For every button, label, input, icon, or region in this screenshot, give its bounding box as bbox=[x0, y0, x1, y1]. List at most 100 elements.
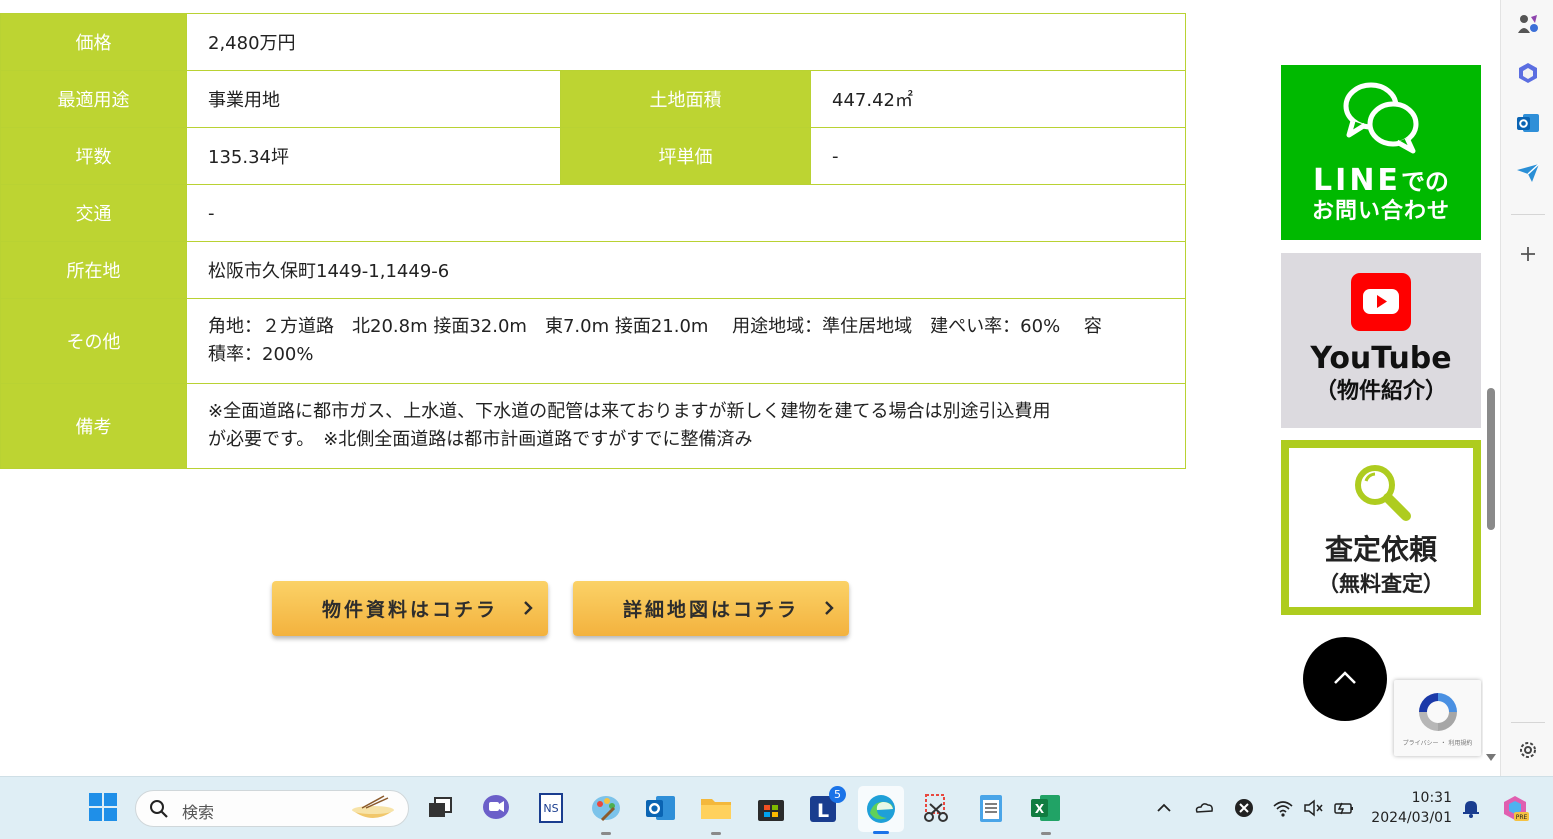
active-indicator bbox=[873, 831, 889, 834]
outlook-taskbar-icon[interactable] bbox=[643, 790, 679, 826]
search-icon bbox=[150, 800, 168, 818]
detail-map-label: 詳細地図はコチラ bbox=[622, 599, 799, 621]
app-l-icon[interactable]: L 5 bbox=[808, 786, 846, 826]
clock-date: 2024/03/01 bbox=[1371, 810, 1452, 826]
other-value-line2: 積率：200% bbox=[208, 344, 314, 365]
search-placeholder: 検索 bbox=[182, 803, 215, 822]
address-label: 所在地 bbox=[0, 241, 187, 299]
close-circle-icon[interactable] bbox=[1233, 797, 1255, 819]
running-indicator bbox=[1041, 832, 1051, 835]
tsubo-value: 135.34坪 bbox=[186, 127, 561, 185]
traffic-label: 交通 bbox=[0, 184, 187, 242]
table-row-other: その他 角地：２方道路 北20.8m 接面32.0m 東7.0m 接面21.0m… bbox=[0, 298, 1186, 384]
notes-value-line1: ※全面道路に都市ガス、上水道、下水道の配管は来ておりますが新しく建物を建てる場合… bbox=[208, 401, 1051, 422]
line-suffix: での bbox=[1400, 168, 1449, 196]
line-word: LINE bbox=[1313, 163, 1401, 198]
outlook-icon[interactable] bbox=[1515, 110, 1541, 136]
youtube-banner-title: YouTube bbox=[1310, 341, 1452, 376]
chevron-right-icon bbox=[524, 601, 533, 615]
noodle-bowl-icon bbox=[352, 795, 394, 818]
area-label: 土地面積 bbox=[560, 70, 811, 128]
table-row-tsubo: 坪数 135.34坪 坪単価 - bbox=[0, 127, 1186, 185]
snipping-tool-icon[interactable] bbox=[918, 790, 954, 826]
svg-text:L: L bbox=[817, 800, 829, 822]
property-details-table: 価格 2,480万円 最適用途 事業用地 土地面積 447.42㎡ 坪数 135… bbox=[0, 13, 1186, 469]
edge-browser-icon[interactable] bbox=[858, 786, 904, 834]
magnifier-icon bbox=[1355, 465, 1411, 521]
table-row-traffic: 交通 - bbox=[0, 184, 1186, 242]
sidebar-divider bbox=[1511, 722, 1545, 723]
copilot-pre-icon[interactable]: PRE bbox=[1500, 793, 1530, 823]
wifi-icon[interactable] bbox=[1272, 797, 1294, 819]
price-label: 価格 bbox=[0, 13, 187, 71]
unit-price-value: - bbox=[810, 127, 1186, 185]
recaptcha-logo-icon bbox=[1419, 693, 1457, 731]
address-value: 松阪市久保町1449-1,1449-6 bbox=[186, 241, 1186, 299]
windows-start-icon[interactable] bbox=[85, 789, 121, 825]
running-indicator bbox=[711, 832, 721, 835]
other-label: その他 bbox=[0, 298, 187, 384]
appraisal-banner-title: 査定依頼 bbox=[1324, 533, 1437, 566]
sidebar-divider bbox=[1511, 214, 1545, 215]
line-banner-subtitle: お問い合わせ bbox=[1311, 199, 1450, 224]
youtube-banner[interactable]: YouTube （物件紹介） bbox=[1281, 253, 1481, 428]
copilot-icon[interactable] bbox=[1515, 60, 1541, 86]
send-icon[interactable] bbox=[1515, 160, 1541, 186]
scrollbar-thumb[interactable] bbox=[1487, 388, 1495, 530]
notepad-icon[interactable] bbox=[973, 790, 1009, 826]
gear-icon[interactable] bbox=[1515, 737, 1541, 763]
notification-badge: 5 bbox=[829, 786, 846, 803]
table-row-address: 所在地 松阪市久保町1449-1,1449-6 bbox=[0, 241, 1186, 299]
traffic-value: - bbox=[186, 184, 1186, 242]
svg-text:PRE: PRE bbox=[1516, 814, 1528, 821]
add-icon[interactable] bbox=[1515, 241, 1541, 267]
show-hidden-icons-chevron-icon[interactable] bbox=[1153, 797, 1175, 819]
task-view-icon[interactable] bbox=[423, 790, 459, 826]
area-value: 447.42㎡ bbox=[810, 70, 1186, 128]
chevron-right-icon bbox=[825, 601, 834, 615]
unit-price-label: 坪単価 bbox=[560, 127, 811, 185]
battery-icon[interactable] bbox=[1333, 797, 1355, 819]
browser-sidebar bbox=[1500, 0, 1553, 776]
back-to-top-button[interactable] bbox=[1303, 637, 1387, 721]
notification-bell-icon[interactable] bbox=[1460, 797, 1482, 819]
svg-text:NS: NS bbox=[543, 802, 558, 815]
volume-muted-icon[interactable] bbox=[1302, 797, 1324, 819]
property-materials-button[interactable]: 物件資料はコチラ bbox=[272, 581, 548, 636]
table-row-use: 最適用途 事業用地 土地面積 447.42㎡ bbox=[0, 70, 1186, 128]
onedrive-sync-icon[interactable] bbox=[1193, 797, 1215, 819]
youtube-banner-subtitle: （物件紹介） bbox=[1314, 379, 1447, 404]
other-value: 角地：２方道路 北20.8m 接面32.0m 東7.0m 接面21.0m 用途地… bbox=[186, 298, 1186, 384]
notes-value-line2: が必要です。 ※北側全面道路は都市計画道路ですがすでに整備済み bbox=[208, 429, 753, 450]
excel-icon[interactable]: X bbox=[1028, 790, 1064, 835]
svg-text:X: X bbox=[1035, 802, 1045, 816]
recaptcha-privacy-terms[interactable]: プライバシー ・ 利用規約 bbox=[1394, 738, 1481, 747]
microsoft-store-icon[interactable] bbox=[753, 790, 789, 826]
scroll-down-arrow-icon[interactable] bbox=[1486, 754, 1496, 761]
file-explorer-icon[interactable] bbox=[698, 790, 734, 835]
games-icon[interactable] bbox=[1515, 11, 1541, 37]
tsubo-label: 坪数 bbox=[0, 127, 187, 185]
table-row-notes: 備考 ※全面道路に都市ガス、上水道、下水道の配管は来ておりますが新しく建物を建て… bbox=[0, 383, 1186, 469]
chat-bubbles-icon bbox=[1343, 82, 1419, 154]
app-ns-icon[interactable]: NS bbox=[533, 790, 569, 826]
system-clock[interactable]: 10:31 2024/03/01 bbox=[1366, 788, 1452, 828]
detail-map-button[interactable]: 詳細地図はコチラ bbox=[573, 581, 849, 636]
taskbar-search-box[interactable]: 検索 bbox=[135, 790, 409, 827]
running-indicator bbox=[601, 832, 611, 835]
table-row-price: 価格 2,480万円 bbox=[0, 13, 1186, 71]
teams-chat-icon[interactable] bbox=[478, 790, 514, 826]
appraisal-banner-subtitle: （無料査定） bbox=[1318, 572, 1444, 596]
youtube-play-icon bbox=[1351, 273, 1411, 331]
appraisal-request-banner[interactable]: 査定依頼 （無料査定） bbox=[1281, 440, 1481, 615]
chevron-up-icon bbox=[1334, 671, 1356, 684]
recaptcha-badge[interactable]: プライバシー ・ 利用規約 bbox=[1394, 680, 1481, 756]
notes-value: ※全面道路に都市ガス、上水道、下水道の配管は来ておりますが新しく建物を建てる場合… bbox=[186, 383, 1186, 469]
line-inquiry-banner[interactable]: LINEでの お問い合わせ bbox=[1281, 65, 1481, 240]
other-value-line1: 角地：２方道路 北20.8m 接面32.0m 東7.0m 接面21.0m 用途地… bbox=[208, 316, 1102, 337]
use-value: 事業用地 bbox=[186, 70, 561, 128]
notes-label: 備考 bbox=[0, 383, 187, 469]
paint-icon[interactable] bbox=[588, 790, 624, 835]
clock-time: 10:31 bbox=[1411, 790, 1452, 806]
page-scrollbar[interactable] bbox=[1483, 0, 1500, 776]
